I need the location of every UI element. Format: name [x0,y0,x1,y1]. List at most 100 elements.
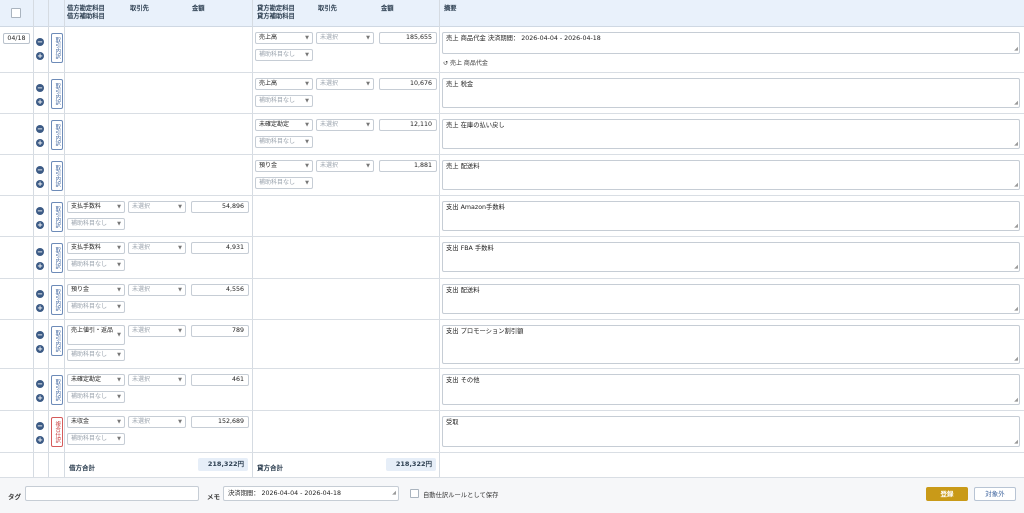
debit-amount-input[interactable]: 4,556 [191,284,249,296]
debit-sub-account-select[interactable]: 補助科目なし ▼ [67,218,125,230]
resize-handle-icon[interactable]: ◢ [1014,222,1018,230]
credit-partner-select[interactable]: 未選択 ▼ [316,119,374,131]
memo-textarea[interactable]: 売上 税金 ◢ [442,78,1020,108]
resize-handle-icon[interactable]: ◢ [392,487,396,500]
debit-account-select[interactable]: 預り金 ▼ [67,284,125,296]
transaction-detail-button[interactable]: 取引内訳 [51,33,63,63]
credit-account-select[interactable]: 未確定勘定 ▼ [255,119,313,131]
debit-account-select[interactable]: 未収金 ▼ [67,416,125,428]
transaction-detail-button[interactable]: 取引内訳 [51,375,63,405]
resize-handle-icon[interactable]: ◢ [1014,263,1018,271]
memo-textarea[interactable]: 支出 配送料 ◢ [442,284,1020,314]
resize-handle-icon[interactable]: ◢ [1014,355,1018,363]
debit-account-select[interactable]: 未確定勘定 ▼ [67,374,125,386]
resize-handle-icon[interactable]: ◢ [1014,140,1018,148]
credit-amount-input[interactable]: 185,655 [379,32,437,44]
add-row-icon[interactable]: + [36,52,44,60]
transaction-detail-button[interactable]: 取引内訳 [51,161,63,191]
debit-account-select[interactable]: 売上値引・返品 ▼ [67,325,125,345]
transaction-detail-button[interactable]: 取引内訳 [51,79,63,109]
remove-row-icon[interactable]: − [36,38,44,46]
resize-handle-icon[interactable]: ◢ [1014,438,1018,446]
debit-partner-select[interactable]: 未選択 ▼ [128,416,186,428]
debit-amount-input[interactable]: 54,896 [191,201,249,213]
add-row-icon[interactable]: + [36,221,44,229]
table-row: − + 取引内訳 売上高 ▼ 未選択 ▼ 185,655 補助科目なし ▼ 売上 商品… [0,27,1024,73]
remove-row-icon[interactable]: − [36,422,44,430]
transaction-detail-button[interactable]: 取引内訳 [51,285,63,315]
remove-row-icon[interactable]: − [36,380,44,388]
debit-sub-account-select[interactable]: 補助科目なし ▼ [67,301,125,313]
debit-partner-select[interactable]: 未選択 ▼ [128,201,186,213]
debit-partner-select[interactable]: 未選択 ▼ [128,374,186,386]
tag-input[interactable] [25,486,199,501]
remove-row-icon[interactable]: − [36,248,44,256]
resize-handle-icon[interactable]: ◢ [1014,45,1018,53]
add-row-icon[interactable]: + [36,139,44,147]
debit-sub-account-select[interactable]: 補助科目なし ▼ [67,391,125,403]
register-button[interactable]: 登録 [926,487,968,501]
debit-sub-account-select[interactable]: 補助科目なし ▼ [67,349,125,361]
add-row-icon[interactable]: + [36,180,44,188]
auto-rule-checkbox[interactable] [410,489,419,498]
debit-amount-input[interactable]: 461 [191,374,249,386]
add-row-icon[interactable]: + [36,394,44,402]
debit-partner-select[interactable]: 未選択 ▼ [128,284,186,296]
add-row-icon[interactable]: + [36,304,44,312]
transaction-detail-button[interactable]: 取引内訳 [51,202,63,232]
memo-textarea[interactable]: 売上 配送料 ◢ [442,160,1020,190]
credit-amount-input[interactable]: 10,676 [379,78,437,90]
credit-partner-select[interactable]: 未選択 ▼ [316,32,374,44]
credit-sub-account-select[interactable]: 補助科目なし ▼ [255,136,313,148]
resize-handle-icon[interactable]: ◢ [1014,99,1018,107]
credit-account-select[interactable]: 売上高 ▼ [255,32,313,44]
multi-journal-button[interactable]: 複合仕訳 [51,417,63,447]
resize-handle-icon[interactable]: ◢ [1014,305,1018,313]
transaction-detail-button[interactable]: 取引内訳 [51,243,63,273]
remove-row-icon[interactable]: − [36,207,44,215]
debit-partner-select[interactable]: 未選択 ▼ [128,242,186,254]
resize-handle-icon[interactable]: ◢ [1014,396,1018,404]
memo-textarea[interactable]: 受取 ◢ [442,416,1020,447]
remove-row-icon[interactable]: − [36,290,44,298]
transaction-detail-button[interactable]: 取引内訳 [51,326,63,356]
debit-partner-select[interactable]: 未選択 ▼ [128,325,186,337]
credit-sub-account-select[interactable]: 補助科目なし ▼ [255,49,313,61]
credit-sub-account-select[interactable]: 補助科目なし ▼ [255,177,313,189]
add-row-icon[interactable]: + [36,262,44,270]
select-all-checkbox[interactable] [11,8,21,18]
debit-account-select[interactable]: 支払手数料 ▼ [67,242,125,254]
debit-amount-input[interactable]: 4,931 [191,242,249,254]
add-row-icon[interactable]: + [36,345,44,353]
credit-amount-input[interactable]: 1,881 [379,160,437,172]
remove-row-icon[interactable]: − [36,84,44,92]
debit-amount-input[interactable]: 152,689 [191,416,249,428]
memo-suggestion[interactable]: ↺ 売上 商品代金 [443,58,488,67]
debit-amount-input[interactable]: 789 [191,325,249,337]
credit-sub-account-select[interactable]: 補助科目なし ▼ [255,95,313,107]
credit-partner-select[interactable]: 未選択 ▼ [316,78,374,90]
memo-textarea[interactable]: 支出 プロモーション割引額 ◢ [442,325,1020,364]
credit-partner-select[interactable]: 未選択 ▼ [316,160,374,172]
credit-account-select[interactable]: 売上高 ▼ [255,78,313,90]
add-row-icon[interactable]: + [36,98,44,106]
transaction-detail-button[interactable]: 取引内訳 [51,120,63,150]
memo-textarea[interactable]: 支出 Amazon手数料 ◢ [442,201,1020,231]
memo-textarea[interactable]: 売上 商品代金 決済期間： 2026-04-04 - 2026-04-18 ◢ [442,32,1020,54]
memo-textarea[interactable]: 支出 その他 ◢ [442,374,1020,405]
exclude-button[interactable]: 対象外 [974,487,1016,501]
memo-textarea[interactable]: 売上 在庫の払い戻し ◢ [442,119,1020,149]
debit-account-select[interactable]: 支払手数料 ▼ [67,201,125,213]
debit-sub-account-select[interactable]: 補助科目なし ▼ [67,259,125,271]
remove-row-icon[interactable]: − [36,331,44,339]
credit-account-select[interactable]: 預り金 ▼ [255,160,313,172]
remove-row-icon[interactable]: − [36,166,44,174]
debit-sub-account-select[interactable]: 補助科目なし ▼ [67,433,125,445]
memo-input[interactable]: 決済期間： 2026-04-04 - 2026-04-18 ◢ [223,486,399,501]
resize-handle-icon[interactable]: ◢ [1014,181,1018,189]
add-row-icon[interactable]: + [36,436,44,444]
chevron-down-icon: ▼ [117,221,121,227]
memo-textarea[interactable]: 支出 FBA 手数料 ◢ [442,242,1020,272]
credit-amount-input[interactable]: 12,110 [379,119,437,131]
remove-row-icon[interactable]: − [36,125,44,133]
